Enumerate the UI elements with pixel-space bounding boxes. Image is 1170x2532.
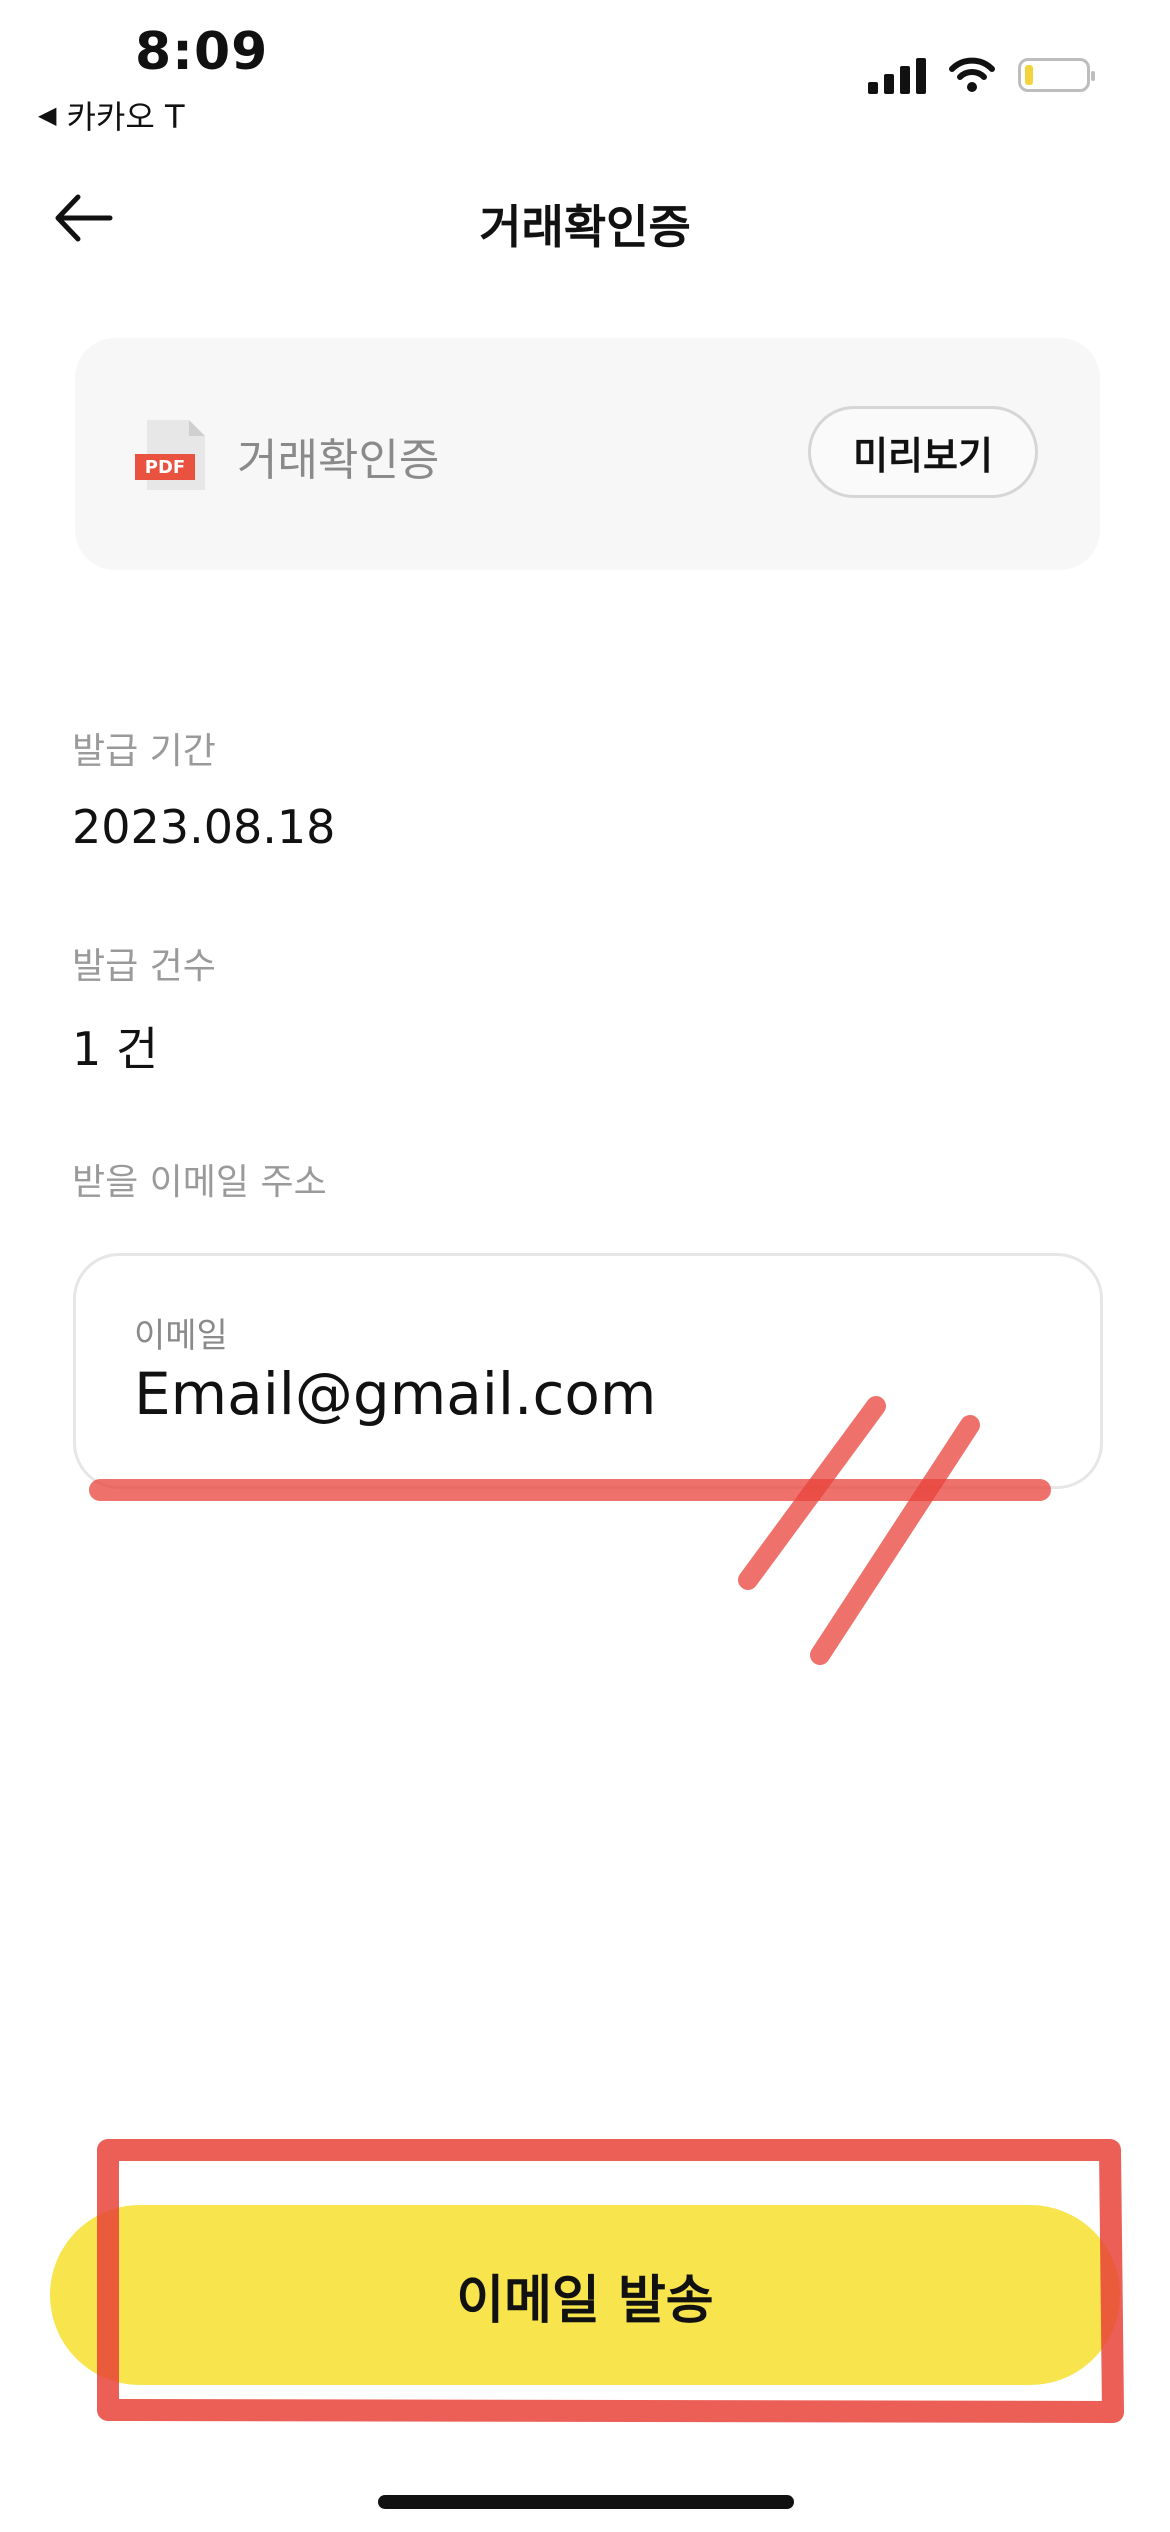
email-input[interactable] [134,1360,1014,1428]
preview-button[interactable]: 미리보기 [808,406,1038,498]
status-back-to-app[interactable]: ◀ 카카오 T [38,92,185,138]
pdf-file-name: 거래확인증 [237,435,440,486]
email-field[interactable]: 이메일 [73,1253,1103,1489]
wifi-icon [949,57,995,92]
status-icons [868,56,1095,94]
header: 거래확인증 [0,175,1170,265]
issue-period-value: 2023.08.18 [72,800,336,854]
back-triangle-icon: ◀ [38,101,57,129]
issue-period-label: 발급 기간 [72,731,216,772]
recipient-email-label: 받을 이메일 주소 [72,1162,327,1203]
signal-icon [868,56,926,94]
home-indicator [378,2495,794,2509]
status-back-app-label: 카카오 T [66,98,185,136]
pdf-file-icon: PDF [135,420,205,490]
page-title: 거래확인증 [479,200,691,254]
issue-count-value: 1 건 [72,1022,159,1076]
email-field-label: 이메일 [134,1316,228,1356]
pdf-badge: PDF [145,457,185,478]
issue-count-label: 발급 건수 [72,946,216,987]
battery-icon [1018,58,1095,92]
status-time: 8:09 [135,22,269,82]
pdf-file-card: PDF 거래확인증 미리보기 [75,338,1100,570]
send-email-button[interactable]: 이메일 발송 [50,2205,1120,2385]
